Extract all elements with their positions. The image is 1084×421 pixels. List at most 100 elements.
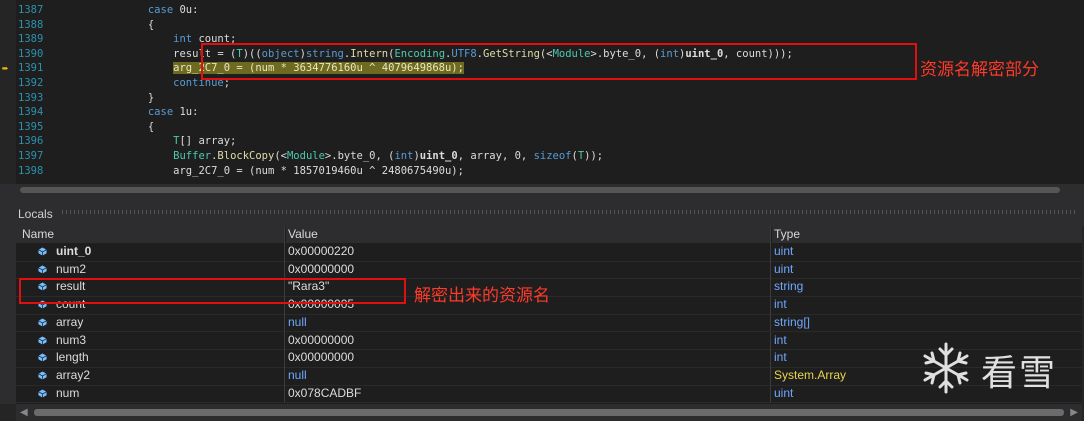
name-cell: num3 (16, 331, 285, 350)
code-text: case 1u: (72, 105, 199, 120)
locals-left-margin (0, 226, 16, 404)
code-text: arg_2C7_0 = (num * 1857019460u ^ 2480675… (72, 164, 464, 179)
line-number: 1387 (18, 4, 44, 16)
locals-title: Locals (18, 207, 53, 221)
local-variable-icon (38, 247, 47, 256)
editor-horizontal-scrollbar[interactable] (0, 184, 1084, 196)
code-line[interactable]: 1395 { (0, 120, 1084, 135)
line-number: 1395 (18, 120, 44, 133)
local-variable-icon (38, 371, 47, 380)
variable-name: array (56, 314, 84, 329)
code-text: Buffer.BlockCopy(<Module>.byte_0, (int)u… (72, 149, 603, 164)
local-variable-icon (38, 353, 47, 362)
code-line[interactable]: 1388 { (0, 18, 1084, 33)
code-token: case (147, 106, 180, 119)
type-cell: string (772, 278, 1082, 296)
local-variable-icon (38, 318, 47, 327)
code-token: } (147, 91, 155, 104)
line-number: 1396 (18, 135, 44, 148)
scrollbar-thumb[interactable] (20, 187, 1060, 193)
code-line[interactable]: 1394 case 1u: (0, 105, 1084, 120)
value-cell[interactable]: 0x078CADBF (286, 384, 771, 403)
local-variable-icon (38, 389, 47, 398)
locals-horizontal-scrollbar[interactable]: ◀ ▶ (16, 404, 1082, 421)
variable-name: num (56, 385, 80, 400)
code-token: arg_2C7_0 = (num * 1857019460u ^ 2480675… (173, 164, 464, 177)
scroll-right-icon[interactable]: ▶ (1070, 407, 1078, 418)
code-text: { (72, 18, 154, 33)
locals-row[interactable]: num2 0x00000000 uint (16, 260, 1082, 280)
locals-row[interactable]: array null string[] (16, 313, 1082, 333)
code-token: >.byte_0, ( (324, 150, 395, 162)
column-header-value[interactable]: Value (286, 226, 771, 243)
type-cell: uint (772, 261, 1082, 279)
value-cell[interactable]: null (286, 366, 771, 385)
variable-name: array2 (56, 367, 91, 382)
line-number: 1393 (18, 91, 44, 104)
variable-type: uint (774, 385, 794, 400)
snowflake-icon (923, 342, 969, 394)
code-token: int (394, 150, 414, 162)
column-header-name-label: Name (22, 227, 55, 241)
code-editor[interactable]: 1387 case 0u: 1388 {1389 int count; 1390 r… (0, 0, 1084, 184)
line-number: 1398 (18, 164, 44, 177)
variable-type: uint (774, 261, 794, 276)
code-line[interactable]: 1397 Buffer.BlockCopy(<Module>.byte_0, (… (0, 149, 1084, 164)
code-token: Module (286, 150, 325, 162)
variable-name: uint_0 (56, 244, 92, 258)
code-line[interactable]: 1398 arg_2C7_0 = (num * 1857019460u ^ 24… (0, 164, 1084, 179)
code-line[interactable]: 1393 } (0, 91, 1084, 106)
line-number: 1389 (18, 33, 44, 46)
code-text: T[] array; (72, 134, 236, 149)
variable-name: num3 (56, 332, 87, 347)
column-header-value-label: Value (288, 227, 318, 241)
code-token: [] array; (179, 135, 237, 148)
variable-type: System.Array (774, 367, 847, 382)
code-token: int (173, 33, 199, 46)
code-token: { (147, 120, 155, 133)
code-token: , array, 0, (457, 150, 534, 162)
code-token: (< (274, 150, 287, 162)
code-text: { (72, 120, 154, 135)
locals-row[interactable]: uint_0 0x00000220 uint (16, 243, 1082, 262)
code-annotation: 资源名解密部分 (920, 60, 1039, 80)
code-token: case (147, 4, 180, 16)
code-token: sizeof (533, 150, 572, 162)
scrollbar-thumb[interactable] (34, 409, 1064, 416)
variable-type: string (774, 279, 804, 294)
name-cell: array2 (16, 366, 285, 385)
name-cell: array (16, 313, 285, 332)
line-number: 1390 (18, 47, 44, 60)
variable-name: num2 (56, 261, 87, 276)
code-line[interactable]: 1396 T[] array; (0, 134, 1084, 149)
column-header-type[interactable]: Type (772, 226, 1082, 243)
code-line[interactable]: 1387 case 0u: (0, 3, 1084, 18)
value-cell[interactable]: 0x00000000 (286, 349, 771, 367)
name-cell: num2 (16, 260, 285, 279)
scroll-left-icon[interactable]: ◀ (20, 407, 28, 418)
name-cell: num (16, 384, 285, 403)
value-cell[interactable]: 0x00000000 (286, 260, 771, 279)
local-variable-icon (38, 265, 47, 274)
value-cell[interactable]: null (286, 313, 771, 332)
variable-type: int (774, 350, 787, 365)
variable-type: int (774, 297, 787, 312)
result-annotation: 解密出来的资源名 (414, 286, 550, 306)
code-token: BlockCopy (217, 150, 275, 162)
line-number: 1392 (18, 77, 44, 89)
locals-title-bar[interactable]: Locals (0, 196, 1084, 226)
value-cell[interactable]: 0x00000000 (286, 331, 771, 350)
type-cell: int (772, 296, 1082, 314)
column-header-name[interactable]: Name (16, 226, 285, 243)
value-cell[interactable]: 0x00000220 (286, 243, 771, 261)
variable-type: uint (774, 244, 794, 258)
